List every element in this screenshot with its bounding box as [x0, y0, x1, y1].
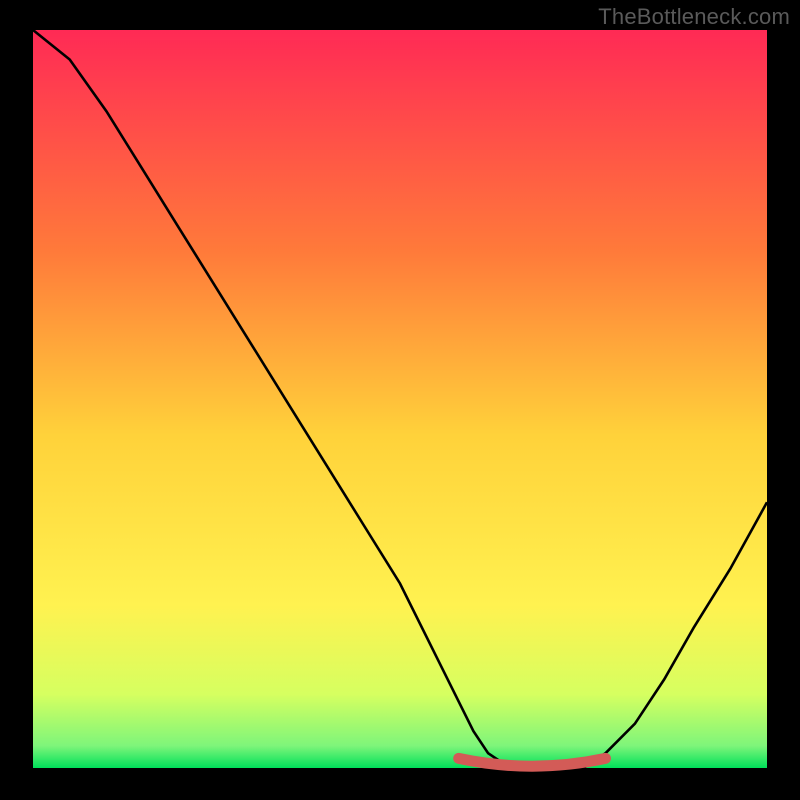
chart-frame: TheBottleneck.com: [0, 0, 800, 800]
watermark-text: TheBottleneck.com: [598, 4, 790, 30]
chart-svg: [0, 0, 800, 800]
gradient-background: [33, 30, 767, 768]
plot-area: [33, 30, 767, 768]
